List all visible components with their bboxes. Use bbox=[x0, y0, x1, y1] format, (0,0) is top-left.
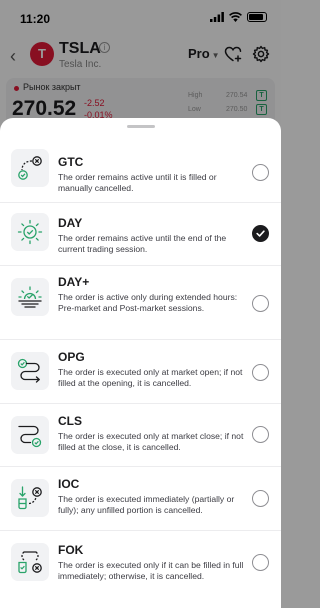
option-ioc[interactable]: IOC The order is executed immediately (p… bbox=[0, 467, 281, 531]
option-day-plus[interactable]: DAY+ The order is active only during ext… bbox=[0, 266, 281, 340]
option-gtc[interactable]: GTC The order remains active until it is… bbox=[0, 135, 281, 203]
sheet-grabber[interactable] bbox=[127, 125, 155, 128]
day-plus-sunrise-icon bbox=[11, 278, 49, 316]
radio-button[interactable] bbox=[252, 490, 269, 507]
fok-icon bbox=[11, 543, 49, 581]
checkmark-icon bbox=[256, 230, 265, 237]
option-description: The order is executed only at market ope… bbox=[58, 367, 243, 389]
option-description: The order remains active until the end o… bbox=[58, 233, 227, 255]
option-title: DAY bbox=[58, 216, 83, 230]
option-fok[interactable]: FOK The order is executed only if it can… bbox=[0, 531, 281, 608]
radio-button[interactable] bbox=[252, 164, 269, 181]
option-title: DAY+ bbox=[58, 275, 90, 289]
radio-button[interactable] bbox=[252, 364, 269, 381]
option-title: FOK bbox=[58, 543, 84, 557]
radio-button-selected[interactable] bbox=[252, 225, 269, 242]
option-title: OPG bbox=[58, 350, 85, 364]
option-description: The order is active only during extended… bbox=[58, 292, 238, 314]
option-description: The order is executed immediately (parti… bbox=[58, 494, 235, 516]
option-cls[interactable]: CLS The order is executed only at market… bbox=[0, 404, 281, 467]
option-opg[interactable]: OPG The order is executed only at market… bbox=[0, 340, 281, 404]
option-title: GTC bbox=[58, 155, 84, 169]
cls-route-icon bbox=[11, 416, 49, 454]
option-description: The order is executed only if it can be … bbox=[58, 560, 244, 582]
day-sun-icon bbox=[11, 213, 49, 251]
gtc-icon bbox=[11, 149, 49, 187]
time-in-force-sheet: GTC The order remains active until it is… bbox=[0, 118, 281, 608]
radio-button[interactable] bbox=[252, 554, 269, 571]
ioc-icon bbox=[11, 479, 49, 517]
opg-route-icon bbox=[11, 352, 49, 390]
option-title: IOC bbox=[58, 477, 80, 491]
option-description: The order is executed only at market clo… bbox=[58, 431, 244, 453]
radio-button[interactable] bbox=[252, 426, 269, 443]
option-day[interactable]: DAY The order remains active until the e… bbox=[0, 203, 281, 266]
option-description: The order remains active until it is fil… bbox=[58, 172, 217, 194]
option-title: CLS bbox=[58, 414, 82, 428]
radio-button[interactable] bbox=[252, 295, 269, 312]
